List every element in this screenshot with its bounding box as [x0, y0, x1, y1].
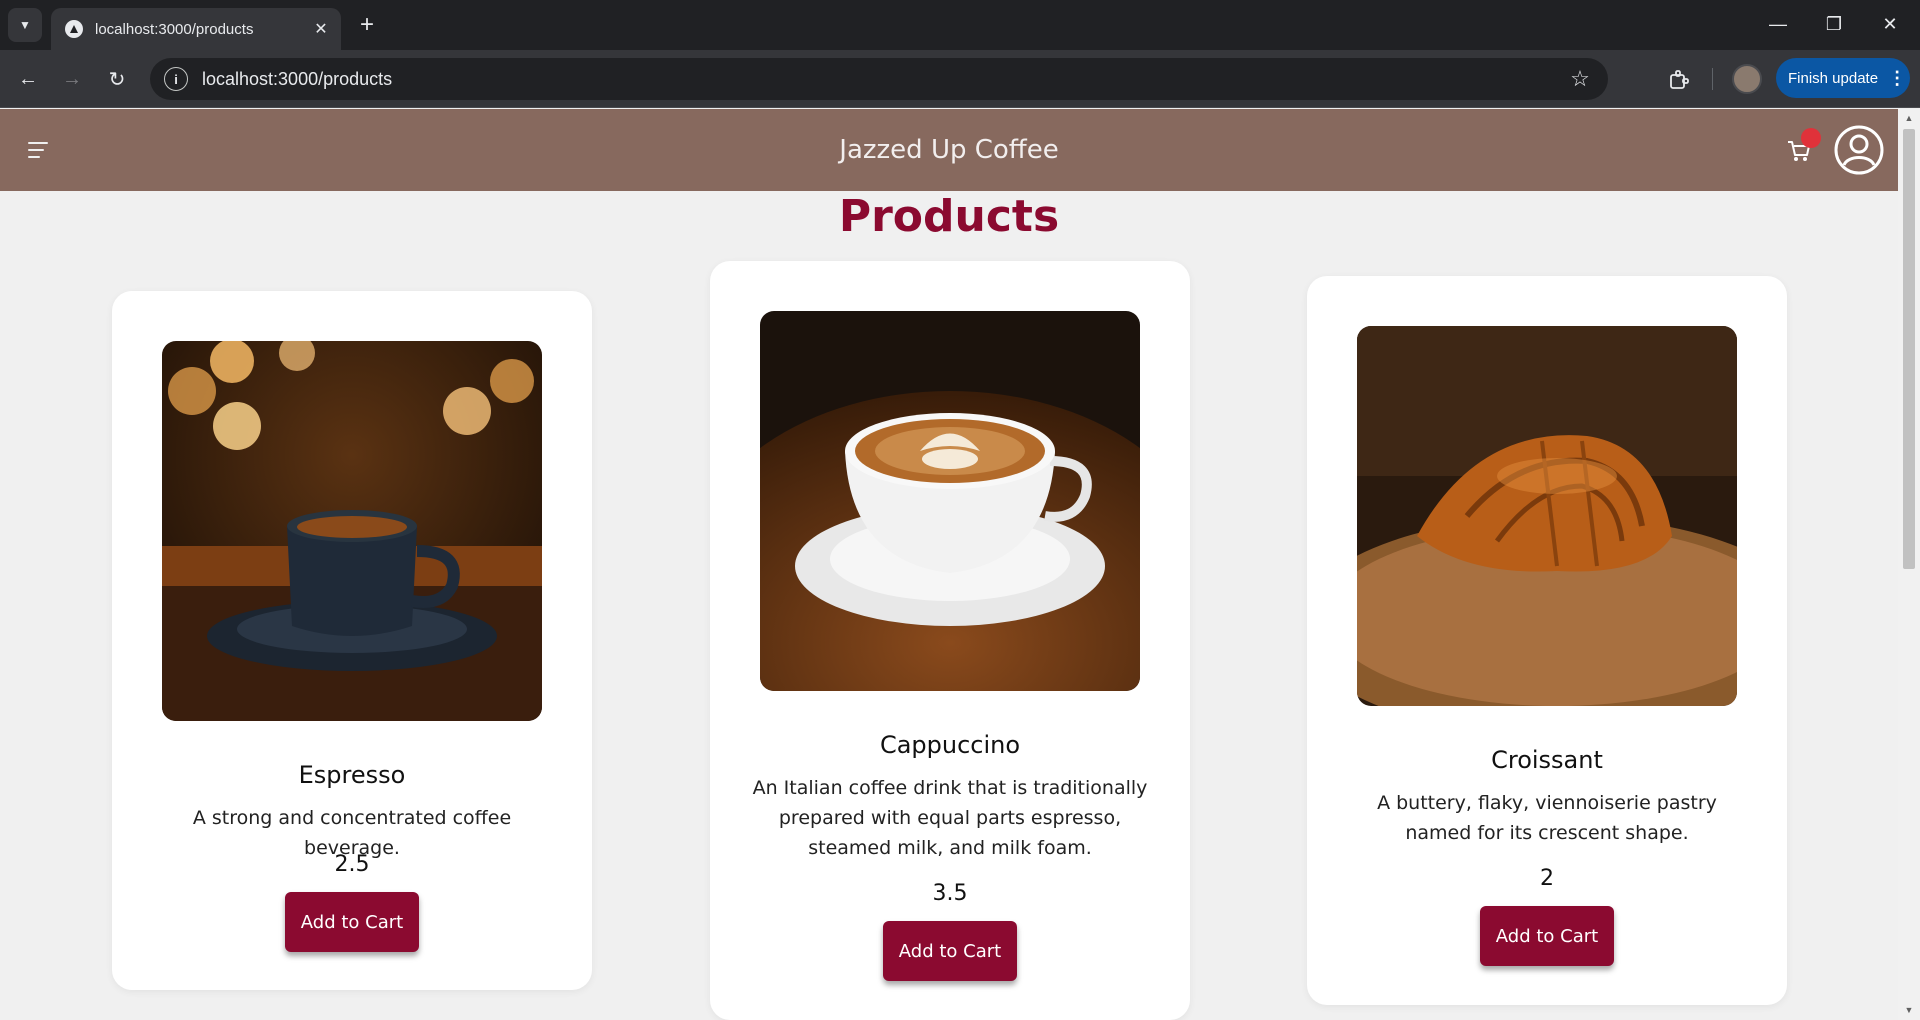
cart-badge [1801, 128, 1821, 148]
scroll-down-arrow-icon[interactable]: ▼ [1903, 1004, 1915, 1016]
profile-avatar[interactable] [1732, 64, 1762, 94]
product-name: Croissant [1491, 746, 1603, 774]
tab-close-icon[interactable]: ✕ [307, 15, 335, 43]
page-title: Products [838, 191, 1060, 242]
tab-search-chevron-icon[interactable]: ▼ [8, 8, 42, 42]
account-icon[interactable] [1834, 125, 1884, 175]
product-card: Cappuccino An Italian coffee drink that … [710, 261, 1190, 1020]
product-image-espresso [162, 341, 542, 721]
more-vert-icon: ⋮ [1888, 67, 1907, 88]
product-description: A buttery, flaky, viennoiserie pastry na… [1377, 792, 1717, 844]
app-header: Jazzed Up Coffee [0, 109, 1898, 191]
product-image-cappuccino [760, 311, 1140, 691]
add-to-cart-button[interactable]: Add to Cart [285, 892, 419, 952]
app-title: Jazzed Up Coffee [839, 135, 1059, 165]
bookmark-star-icon[interactable]: ☆ [1560, 66, 1600, 92]
forward-arrow-icon[interactable]: → [56, 63, 88, 95]
url-text: localhost:3000/products [202, 68, 393, 89]
add-to-cart-button[interactable]: Add to Cart [883, 921, 1017, 981]
back-arrow-icon[interactable]: ← [12, 63, 44, 95]
add-to-cart-button[interactable]: Add to Cart [1480, 906, 1614, 966]
site-info-icon[interactable]: i [164, 67, 188, 91]
page-scrollbar[interactable]: ▲ ▼ [1898, 109, 1920, 1020]
product-name: Espresso [298, 761, 406, 789]
product-card: Croissant A buttery, flaky, viennoiserie… [1307, 276, 1787, 1005]
product-price: 2.5 [334, 852, 370, 877]
browser-titlebar: ▼ localhost:3000/products ✕ + — ❐ ✕ [0, 0, 1920, 50]
scroll-up-arrow-icon[interactable]: ▲ [1903, 112, 1915, 124]
finish-update-label: Finish update [1788, 69, 1879, 87]
browser-toolbar: ← → ↻ i localhost:3000/products ☆ [0, 50, 1920, 108]
reload-icon[interactable]: ↻ [101, 63, 133, 95]
new-tab-plus-icon[interactable]: + [352, 10, 382, 40]
product-price: 2 [1540, 866, 1554, 891]
product-description: An Italian coffee drink that is traditio… [752, 777, 1148, 859]
favicon-icon [65, 20, 83, 38]
minimize-icon[interactable]: — [1750, 0, 1806, 48]
extensions-puzzle-icon[interactable] [1664, 65, 1694, 95]
product-name: Cappuccino [879, 731, 1021, 759]
toolbar-divider [1712, 68, 1713, 90]
product-price: 3.5 [932, 881, 968, 906]
window-close-icon[interactable]: ✕ [1862, 0, 1918, 48]
tab-title: localhost:3000/products [95, 20, 254, 38]
product-image-croissant [1357, 326, 1737, 706]
scroll-thumb[interactable] [1903, 129, 1915, 569]
address-bar[interactable]: i localhost:3000/products ☆ [150, 58, 1608, 100]
product-card: Espresso A strong and concentrated coffe… [112, 291, 592, 990]
restore-icon[interactable]: ❐ [1806, 0, 1862, 48]
finish-update-button[interactable]: Finish update ⋮ [1776, 58, 1910, 98]
browser-tab[interactable]: localhost:3000/products ✕ [51, 8, 341, 50]
